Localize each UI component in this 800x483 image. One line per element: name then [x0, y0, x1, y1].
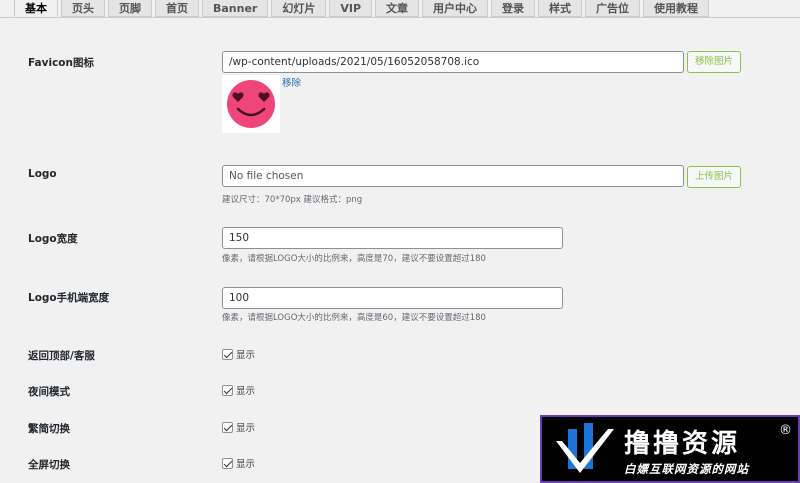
night-mode-check-label: 显示 — [236, 386, 256, 397]
tab-ads[interactable]: 广告位 — [585, 0, 641, 17]
trad-simp-check-label: 显示 — [236, 423, 256, 434]
heart-eyes-emoji-icon — [227, 80, 275, 128]
logo-mobile-width-label: Logo手机端宽度 — [28, 292, 110, 304]
fullscreen-checkbox[interactable] — [222, 457, 233, 469]
watermark-title: 撸撸资源 — [624, 429, 741, 459]
tab-basic[interactable]: 基本 — [14, 0, 58, 17]
trad-simp-label: 繁简切换 — [28, 423, 70, 435]
tab-vip[interactable]: VIP — [329, 0, 373, 17]
tab-style[interactable]: 样式 — [538, 0, 583, 17]
logo-label: Logo — [28, 168, 57, 180]
night-mode-option: 显示 — [222, 383, 255, 397]
settings-tabs: 基本 页头 页脚 首页 Banner 幻灯片 VIP 文章 用户中心 登录 样式… — [14, 0, 710, 18]
favicon-url-input[interactable]: /wp-content/uploads/2021/05/16052058708.… — [222, 51, 684, 73]
watermark-logo-icon — [556, 423, 614, 473]
tab-user-center[interactable]: 用户中心 — [422, 0, 489, 17]
tab-header[interactable]: 页头 — [61, 0, 105, 17]
tab-article[interactable]: 文章 — [375, 0, 420, 17]
logo-width-hint: 像素，请根据LOGO大小的比例来，高度是70，建议不要设置超过180 — [222, 254, 486, 264]
logo-mobile-width-input[interactable]: 100 — [222, 287, 563, 309]
back-top-option: 显示 — [222, 347, 255, 361]
fullscreen-check-label: 显示 — [236, 459, 256, 470]
trad-simp-checkbox[interactable] — [222, 421, 233, 433]
fullscreen-option: 显示 — [222, 456, 255, 470]
tab-tutorial[interactable]: 使用教程 — [643, 0, 710, 17]
logo-mobile-width-hint: 像素，请根据LOGO大小的比例来，高度是60，建议不要设置超过180 — [222, 313, 486, 323]
remove-image-button[interactable]: 移除图片 — [687, 51, 742, 73]
night-mode-label: 夜间模式 — [28, 386, 70, 398]
back-top-checkbox[interactable] — [222, 348, 233, 360]
upload-image-button[interactable]: 上传图片 — [687, 166, 742, 188]
back-top-label: 返回顶部/客服 — [28, 350, 95, 362]
logo-hint: 建议尺寸：70*70px 建议格式：png — [222, 195, 363, 205]
tab-slideshow[interactable]: 幻灯片 — [271, 0, 327, 17]
favicon-preview — [222, 75, 280, 133]
watermark-registered-mark: ® — [779, 423, 792, 438]
logo-width-input[interactable]: 150 — [222, 227, 563, 249]
tab-home[interactable]: 首页 — [155, 0, 199, 17]
watermark-subtitle: 白嫖互联网资源的网站 — [624, 462, 749, 476]
watermark-banner: 撸撸资源 ® 白嫖互联网资源的网站 — [540, 415, 800, 483]
tab-login[interactable]: 登录 — [491, 0, 536, 17]
favicon-label: Favicon图标 — [28, 57, 94, 69]
night-mode-checkbox[interactable] — [222, 384, 233, 396]
logo-width-label: Logo宽度 — [28, 233, 78, 245]
back-top-check-label: 显示 — [236, 350, 256, 361]
tab-footer[interactable]: 页脚 — [108, 0, 152, 17]
fullscreen-label: 全屏切换 — [28, 459, 70, 471]
tab-banner[interactable]: Banner — [202, 0, 269, 17]
trad-simp-option: 显示 — [222, 420, 255, 434]
logo-file-input[interactable]: No file chosen — [222, 165, 684, 187]
remove-favicon-link[interactable]: 移除 — [282, 75, 301, 89]
